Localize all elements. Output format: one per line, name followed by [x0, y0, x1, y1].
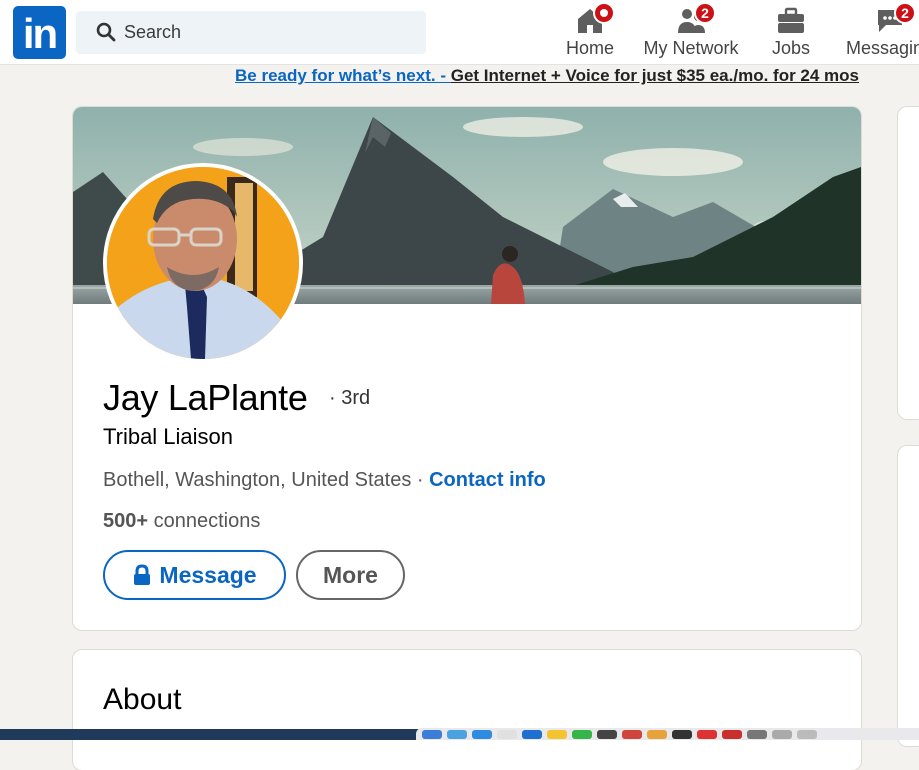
photos-icon[interactable] — [647, 729, 667, 739]
right-rail-card — [898, 446, 919, 746]
nav-home-label: Home — [565, 38, 614, 58]
top-nav: in Home 2 My Network Jobs — [0, 0, 919, 65]
about-heading: About — [103, 683, 182, 716]
messaging-badge: 2 — [894, 2, 916, 24]
about-card: About — [73, 650, 861, 770]
nav-home[interactable]: Home — [556, 0, 624, 64]
profile-photo-image — [107, 167, 299, 359]
nav-jobs[interactable]: Jobs — [760, 0, 822, 64]
network-badge: 2 — [694, 2, 716, 24]
connections-count: 500+ — [103, 510, 149, 532]
more-button[interactable]: More — [296, 550, 405, 600]
finder-icon[interactable] — [422, 729, 442, 739]
profile-headline: Tribal Liaison — [103, 424, 234, 449]
dock — [416, 728, 919, 740]
message-button-label: Message — [159, 561, 257, 588]
calendar-icon[interactable] — [622, 729, 642, 739]
profile-card: Jay LaPlante · 3rd Tribal Liaison Bothel… — [73, 107, 861, 630]
terminal-icon[interactable] — [597, 729, 617, 739]
briefcase-icon — [778, 7, 804, 33]
nav-my-network[interactable]: 2 My Network — [636, 0, 746, 64]
nav-jobs-label: Jobs — [771, 38, 811, 58]
nav-messaging[interactable]: 2 Messagin — [844, 0, 919, 64]
messages-icon[interactable] — [572, 729, 592, 739]
lock-icon — [134, 564, 151, 585]
notification-dot — [593, 2, 615, 24]
search-icon — [96, 22, 116, 42]
app-icon[interactable] — [747, 729, 767, 739]
ad-text[interactable]: Get Internet + Voice for just $35 ea./mo… — [451, 66, 859, 85]
search-box[interactable] — [76, 11, 426, 54]
notes-icon[interactable] — [547, 729, 567, 739]
nav-my-network-label: My Network — [643, 38, 739, 58]
app-icon[interactable] — [722, 729, 742, 739]
connection-degree: · 3rd — [329, 387, 371, 409]
nav-messaging-label: Messagin — [846, 38, 919, 58]
trash-icon[interactable] — [797, 729, 817, 739]
search-input[interactable] — [124, 11, 414, 54]
connections-row: 500+ connections — [103, 510, 260, 533]
launchpad-icon[interactable] — [497, 729, 517, 739]
profile-photo[interactable] — [103, 163, 303, 363]
app-icon[interactable] — [672, 729, 692, 739]
profile-location: Bothell, Washington, United States · — [103, 469, 430, 491]
app-icon[interactable] — [697, 729, 717, 739]
safari-icon[interactable] — [447, 729, 467, 739]
linkedin-logo[interactable]: in — [13, 6, 66, 59]
profile-name: Jay LaPlante — [103, 377, 308, 418]
app-store-icon[interactable] — [472, 729, 492, 739]
mail-icon[interactable] — [522, 729, 542, 739]
location-row: Bothell, Washington, United States · Con… — [103, 469, 546, 492]
ad-banner[interactable]: Be ready for what’s next. - Get Internet… — [235, 64, 919, 88]
contact-info-link[interactable]: Contact info — [429, 469, 546, 491]
message-button[interactable]: Message — [103, 550, 286, 600]
right-rail-card — [898, 107, 919, 419]
ad-link[interactable]: Be ready for what’s next. - — [235, 66, 451, 85]
app-icon[interactable] — [772, 729, 792, 739]
connections-label: connections — [148, 510, 261, 532]
